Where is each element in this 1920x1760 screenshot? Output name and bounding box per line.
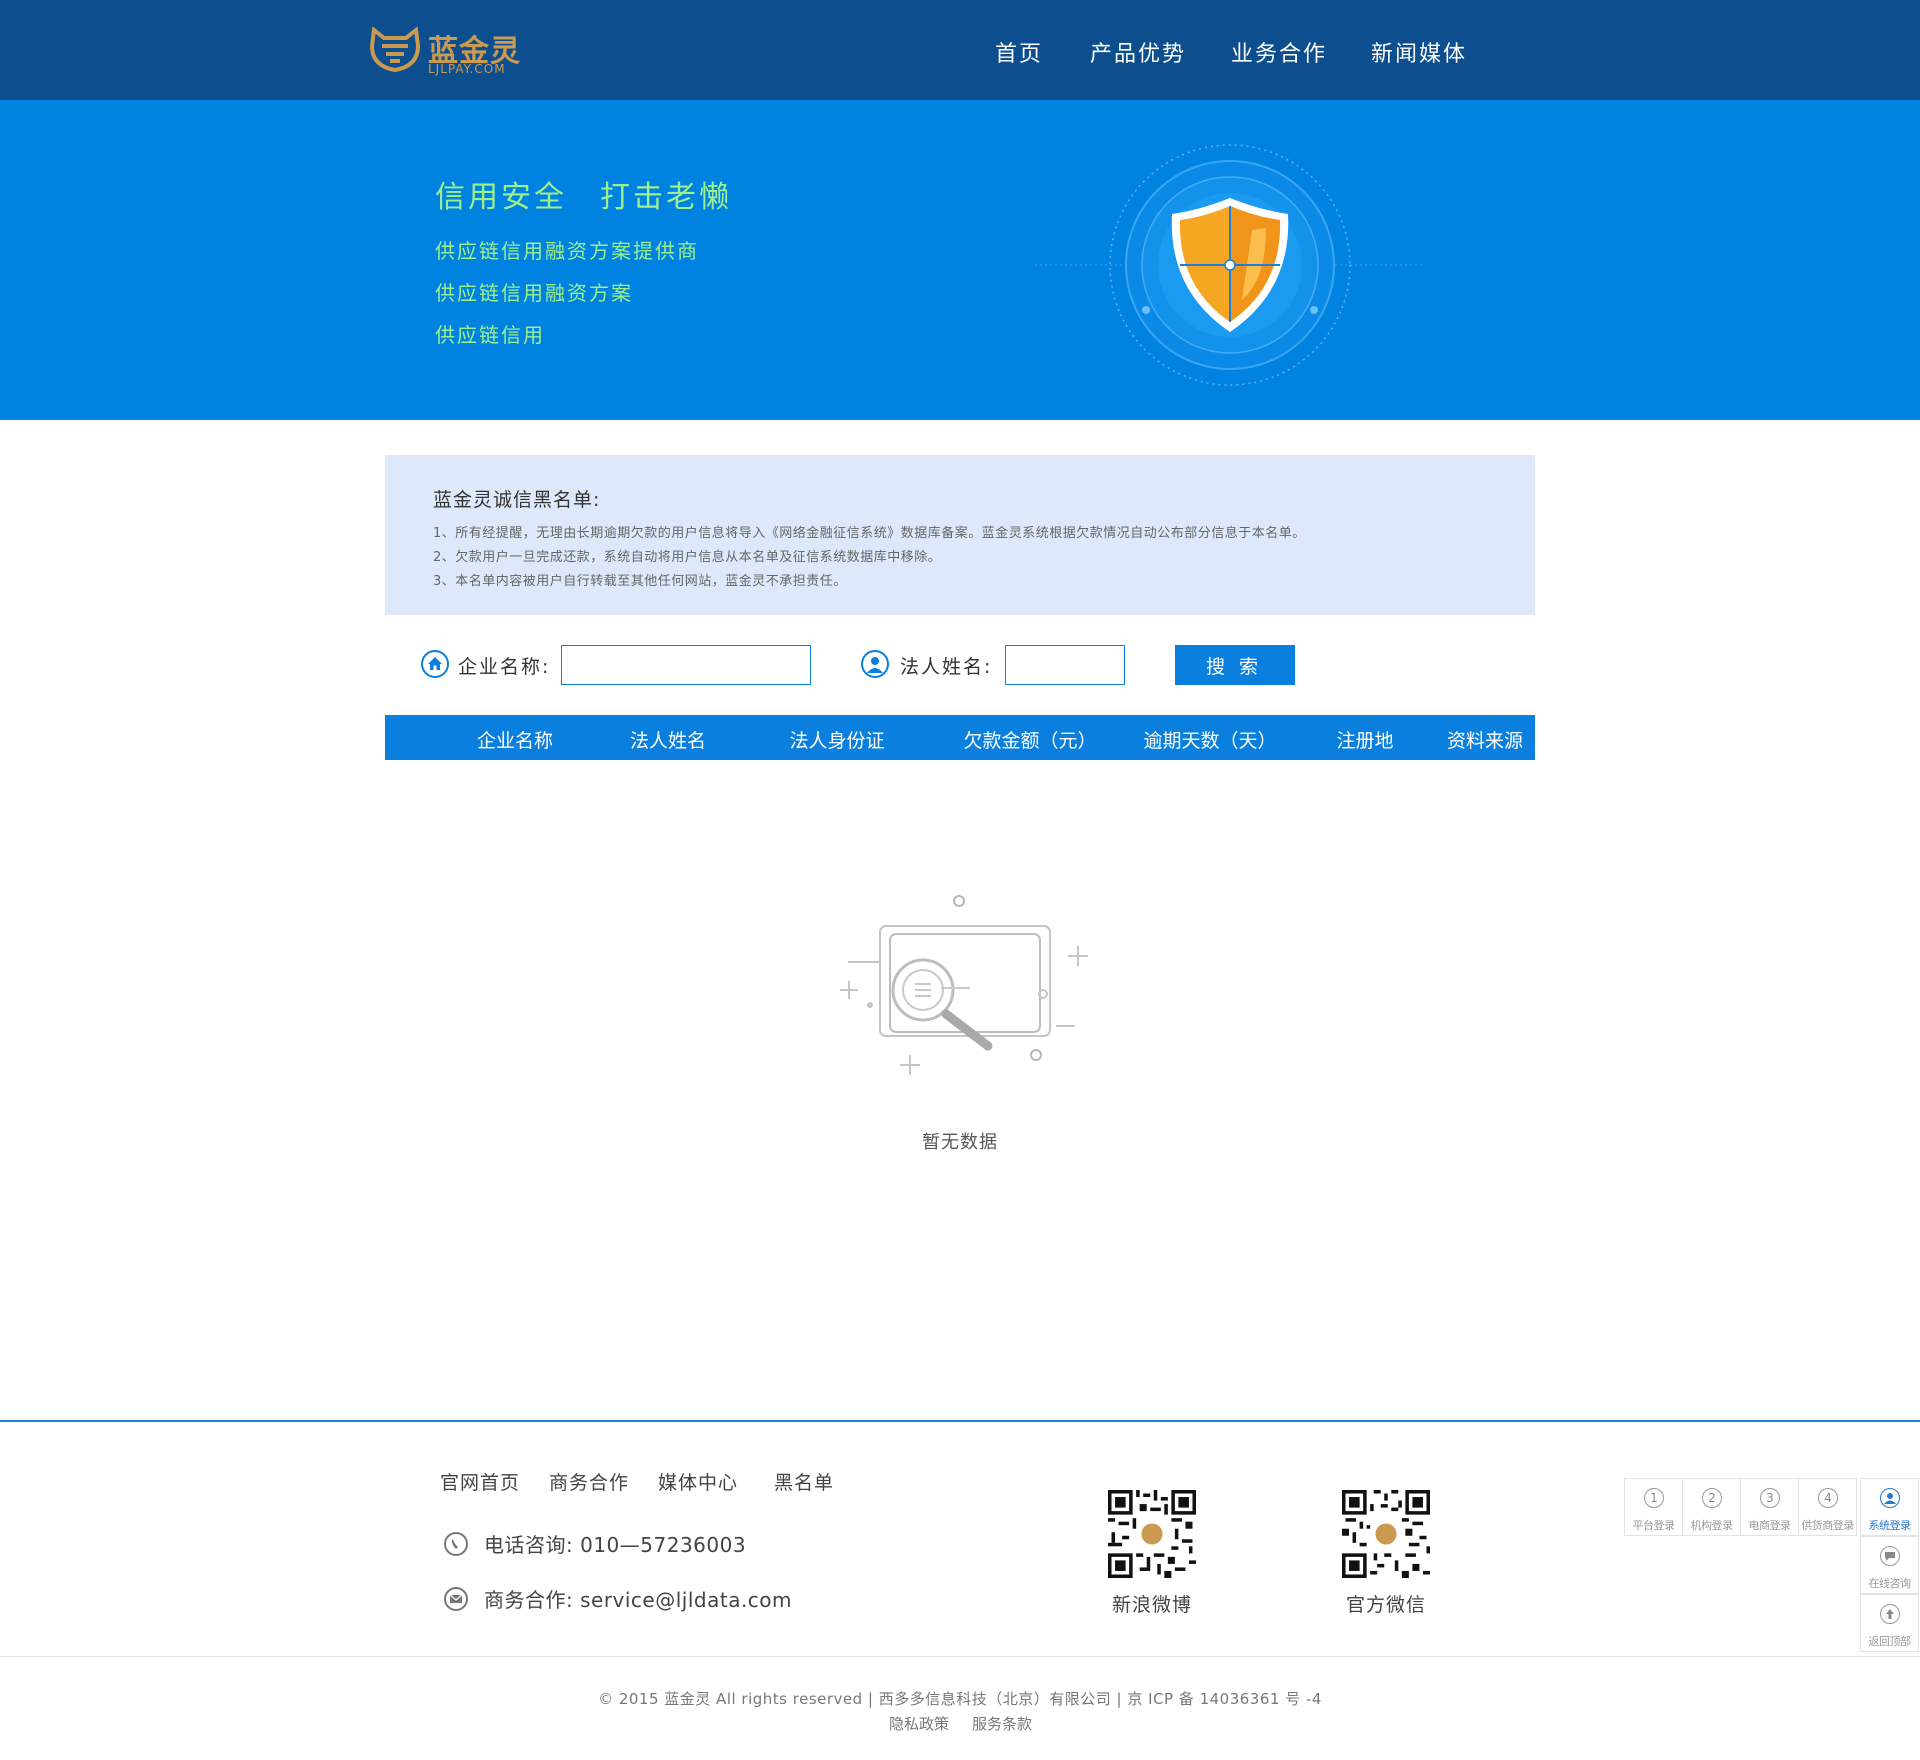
column-header-legal-person: 法人姓名 bbox=[629, 730, 706, 752]
notice-item: 3、本名单内容被用户自行转载至其他任何网站，蓝金灵不承担责任。 bbox=[433, 574, 847, 589]
chat-icon bbox=[1880, 1546, 1900, 1566]
site-header: 蓝金灵 LJLPAY.COM 首页 产品优势 业务合作 新闻媒体 bbox=[0, 0, 1920, 100]
privacy-policy-link[interactable]: 隐私政策 bbox=[889, 1713, 949, 1734]
side-cell-label: 电商登录 bbox=[1748, 1519, 1792, 1532]
weibo-label: 新浪微博 bbox=[1111, 1594, 1192, 1616]
column-header-id-card: 法人身份证 bbox=[789, 730, 885, 752]
empty-search-icon bbox=[840, 895, 1088, 1075]
nav-home[interactable]: 首页 bbox=[995, 36, 1043, 68]
nav-product-advantages[interactable]: 产品优势 bbox=[1090, 36, 1186, 68]
terms-of-service-link[interactable]: 服务条款 bbox=[972, 1713, 1032, 1734]
footer-link-media[interactable]: 媒体中心 bbox=[658, 1468, 738, 1495]
search-button[interactable]: 搜索 bbox=[1175, 645, 1295, 685]
copyright-text: © 2015 蓝金灵 All rights reserved | 西多多信息科技… bbox=[598, 1690, 1322, 1708]
side-cell-label: 系统登录 bbox=[1868, 1519, 1912, 1532]
shield-icon bbox=[1035, 144, 1425, 386]
logo-domain: LJLPAY.COM bbox=[428, 62, 506, 76]
email-icon bbox=[444, 1587, 468, 1611]
system-login-button[interactable]: 系统登录 bbox=[1860, 1478, 1919, 1536]
side-cell-label: 机构登录 bbox=[1690, 1519, 1734, 1532]
nav-news-media[interactable]: 新闻媒体 bbox=[1371, 36, 1467, 68]
nav-business-cooperation[interactable]: 业务合作 bbox=[1231, 36, 1327, 68]
notice-item: 2、欠款用户一旦完成还款，系统自动将用户信息从本名单及征信系统数据库中移除。 bbox=[433, 550, 942, 565]
wechat-qr-code[interactable] bbox=[1342, 1490, 1430, 1578]
online-consult-button[interactable]: 在线咨询 bbox=[1860, 1536, 1919, 1594]
side-cell-label: 在线咨询 bbox=[1868, 1577, 1912, 1590]
column-header-company: 企业名称 bbox=[476, 730, 553, 752]
side-cell-label: 平台登录 bbox=[1632, 1519, 1676, 1532]
side-cell-label: 返回顶部 bbox=[1868, 1635, 1912, 1648]
company-icon bbox=[421, 650, 449, 678]
table-header: 企业名称 法人姓名 法人身份证 欠款金额（元） 逾期天数（天） 注册地 资料来源 bbox=[385, 715, 1535, 760]
banner-line: 供应链信用 bbox=[435, 323, 545, 347]
email-text: 商务合作: service@ljldata.com bbox=[484, 1588, 793, 1612]
site-logo[interactable]: 蓝金灵 LJLPAY.COM bbox=[368, 24, 528, 76]
user-icon bbox=[1880, 1488, 1900, 1508]
legal-person-input[interactable] bbox=[1005, 645, 1125, 685]
column-header-debt-amount: 欠款金额（元） bbox=[963, 730, 1097, 752]
notice-title: 蓝金灵诚信黑名单: bbox=[433, 489, 601, 511]
company-name-label: 企业名称: bbox=[458, 656, 551, 678]
floating-sidebar: 1 平台登录 2 机构登录 3 电商登录 4 供货商登录 系统登录 在线咨询 返… bbox=[1624, 1478, 1920, 1656]
footer-link-blacklist[interactable]: 黑名单 bbox=[774, 1468, 834, 1495]
banner-line: 供应链信用融资方案 bbox=[435, 281, 633, 305]
hero-banner: 信用安全 打击老懒 供应链信用融资方案提供商 供应链信用融资方案 供应链信用 bbox=[0, 100, 1920, 420]
notice-item: 1、所有经提醒，无理由长期逾期欠款的用户信息将导入《网络金融征信系统》数据库备案… bbox=[433, 526, 1306, 541]
step-number-icon: 2 bbox=[1702, 1488, 1722, 1508]
step-number-icon: 1 bbox=[1644, 1488, 1664, 1508]
empty-state-text: 暂无数据 bbox=[922, 1132, 998, 1153]
footer-divider-line bbox=[0, 1420, 1920, 1422]
step-number-icon: 4 bbox=[1818, 1488, 1838, 1508]
person-icon bbox=[861, 650, 889, 678]
ecommerce-login-button[interactable]: 3 电商登录 bbox=[1740, 1478, 1799, 1536]
platform-login-button[interactable]: 1 平台登录 bbox=[1624, 1478, 1683, 1536]
blacklist-notice: 蓝金灵诚信黑名单: 1、所有经提醒，无理由长期逾期欠款的用户信息将导入《网络金融… bbox=[385, 455, 1535, 615]
step-number-icon: 3 bbox=[1760, 1488, 1780, 1508]
institution-login-button[interactable]: 2 机构登录 bbox=[1682, 1478, 1741, 1536]
legal-person-label: 法人姓名: bbox=[900, 656, 993, 678]
supplier-login-button[interactable]: 4 供货商登录 bbox=[1798, 1478, 1857, 1536]
banner-line: 供应链信用融资方案提供商 bbox=[435, 239, 699, 263]
footer-divider bbox=[0, 1656, 1920, 1657]
phone-icon bbox=[444, 1532, 468, 1556]
column-header-region: 注册地 bbox=[1336, 730, 1394, 752]
logo-cat-icon bbox=[369, 26, 421, 73]
weibo-qr-code[interactable] bbox=[1108, 1490, 1196, 1578]
wechat-label: 官方微信 bbox=[1345, 1594, 1426, 1616]
column-header-source: 资料来源 bbox=[1446, 730, 1523, 752]
arrow-up-icon bbox=[1880, 1604, 1900, 1624]
banner-title: 信用安全 打击老懒 bbox=[435, 180, 732, 215]
company-name-input[interactable] bbox=[561, 645, 811, 685]
back-to-top-button[interactable]: 返回顶部 bbox=[1860, 1594, 1919, 1652]
side-cell-label: 供货商登录 bbox=[1801, 1519, 1854, 1532]
column-header-overdue-days: 逾期天数（天） bbox=[1143, 730, 1277, 752]
phone-text: 电话咨询: 010—57236003 bbox=[484, 1533, 747, 1557]
footer-link-business[interactable]: 商务合作 bbox=[549, 1468, 629, 1495]
footer-link-home[interactable]: 官网首页 bbox=[440, 1468, 520, 1495]
